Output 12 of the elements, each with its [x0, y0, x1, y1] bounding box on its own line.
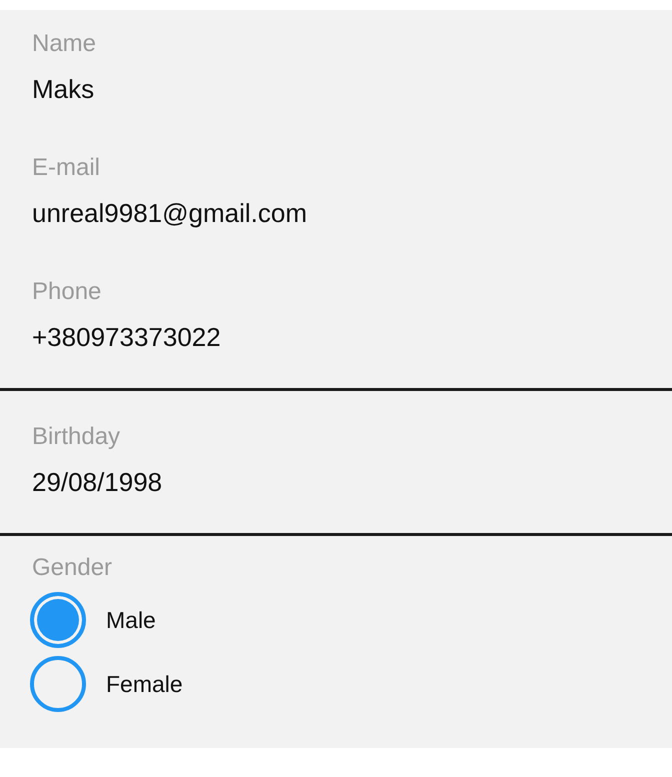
field-label: Phone — [32, 277, 102, 307]
field-label: E-mail — [32, 153, 100, 183]
field-value[interactable]: unreal9981@gmail.com — [32, 196, 307, 230]
field-value[interactable]: +380973373022 — [32, 320, 221, 354]
field-value[interactable]: Maks — [32, 72, 94, 106]
field-label: Birthday — [32, 422, 120, 452]
radio-label[interactable]: Female — [106, 670, 183, 698]
field-label: Gender — [32, 553, 112, 583]
field-value[interactable]: 29/08/1998 — [32, 465, 162, 499]
radio-button[interactable] — [30, 656, 86, 712]
radio-label[interactable]: Male — [106, 606, 156, 634]
field-label: Name — [32, 29, 96, 59]
